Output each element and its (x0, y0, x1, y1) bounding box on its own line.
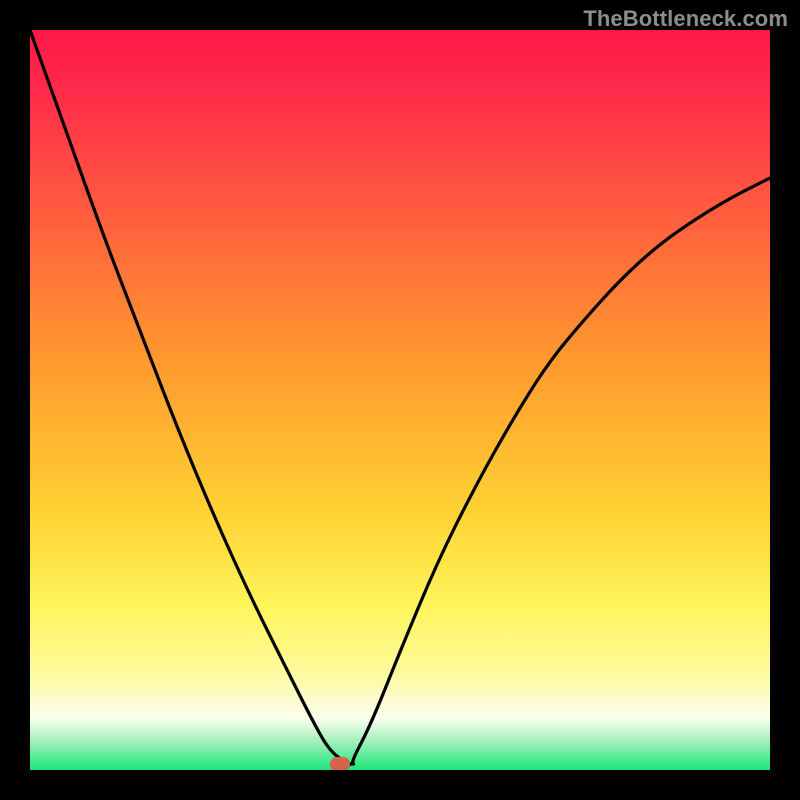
bottleneck-curve (30, 30, 770, 770)
optimal-point-marker (330, 757, 350, 770)
chart-frame: TheBottleneck.com (0, 0, 800, 800)
plot-area (30, 30, 770, 770)
watermark-label: TheBottleneck.com (583, 6, 788, 32)
